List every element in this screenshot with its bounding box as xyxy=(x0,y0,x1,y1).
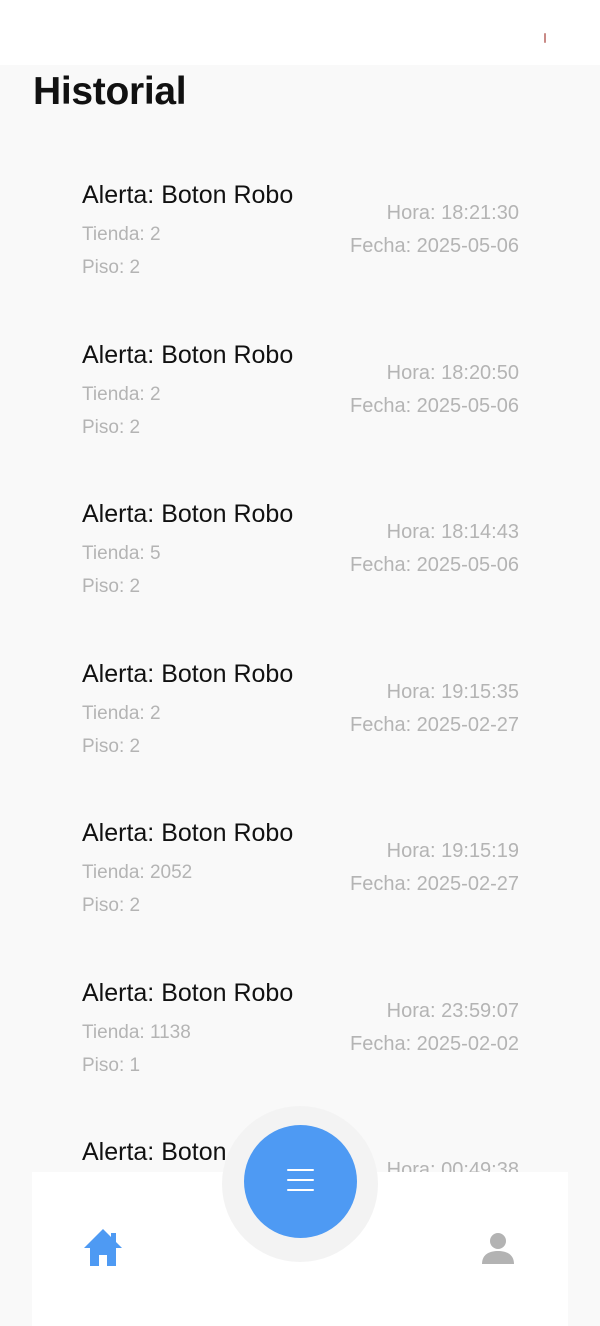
alert-title: Alerta: Boton Robo xyxy=(82,341,294,369)
alert-store: Tienda: 2 xyxy=(82,224,161,245)
alert-title: Alerta: Boton Robo xyxy=(82,819,294,847)
home-icon xyxy=(84,1229,122,1266)
alert-floor: Piso: 2 xyxy=(82,736,141,757)
list-item[interactable]: Alerta: Boton Robo Tienda: 2 Piso: 2 Hor… xyxy=(82,660,522,780)
alert-title: Alerta: Boton Robo xyxy=(82,500,294,528)
alert-time: Hora: 19:15:35 xyxy=(386,681,519,703)
alert-floor: Piso: 2 xyxy=(82,257,141,278)
list-item[interactable]: Alerta: Boton Robo Tienda: 1138 Piso: 1 … xyxy=(82,979,522,1099)
list-item[interactable]: Alerta: Boton Robo Tienda: 5 Piso: 2 Hor… xyxy=(82,500,522,620)
list-item[interactable]: Alerta: Boton Robo Tienda: 2 Piso: 2 Hor… xyxy=(82,341,522,461)
alert-floor: Piso: 2 xyxy=(82,417,141,438)
alert-time: Hora: 19:15:19 xyxy=(386,840,519,862)
list-item[interactable]: Alerta: Boton Robo Tienda: 2052 Piso: 2 … xyxy=(82,819,522,939)
alert-store: Tienda: 2 xyxy=(82,703,161,724)
alert-store: Tienda: 2 xyxy=(82,384,161,405)
alert-date: Fecha: 2025-02-02 xyxy=(349,1033,519,1055)
alert-time: Hora: 18:20:50 xyxy=(386,362,519,384)
alert-floor: Piso: 1 xyxy=(82,1055,141,1076)
alert-floor: Piso: 2 xyxy=(82,576,141,597)
alert-title: Alerta: Boton Robo xyxy=(82,181,294,209)
alert-date: Fecha: 2025-05-06 xyxy=(349,235,519,257)
alert-date: Fecha: 2025-05-06 xyxy=(349,395,519,417)
profile-button[interactable] xyxy=(478,1228,518,1268)
alert-store: Tienda: 5 xyxy=(82,543,161,564)
alert-time: Hora: 18:14:43 xyxy=(386,521,519,543)
alert-title: Alerta: Boton Robo xyxy=(82,979,294,1007)
alert-time: Hora: 18:21:30 xyxy=(386,202,519,224)
alert-date: Fecha: 2025-05-06 xyxy=(349,554,519,576)
menu-button[interactable] xyxy=(244,1125,357,1238)
alert-floor: Piso: 2 xyxy=(82,895,141,916)
alert-store: Tienda: 2052 xyxy=(82,862,193,883)
home-button[interactable] xyxy=(82,1226,124,1270)
user-icon xyxy=(482,1233,514,1264)
menu-icon xyxy=(287,1169,314,1191)
list-item[interactable]: Alerta: Boton Robo Tienda: 2 Piso: 2 Hor… xyxy=(82,181,522,301)
alert-date: Fecha: 2025-02-27 xyxy=(349,873,519,895)
alert-date: Fecha: 2025-02-27 xyxy=(349,714,519,736)
alert-time: Hora: 23:59:07 xyxy=(386,1000,519,1022)
alert-store: Tienda: 1138 xyxy=(82,1022,191,1043)
alert-title: Alerta: Boton Robo xyxy=(82,660,294,688)
